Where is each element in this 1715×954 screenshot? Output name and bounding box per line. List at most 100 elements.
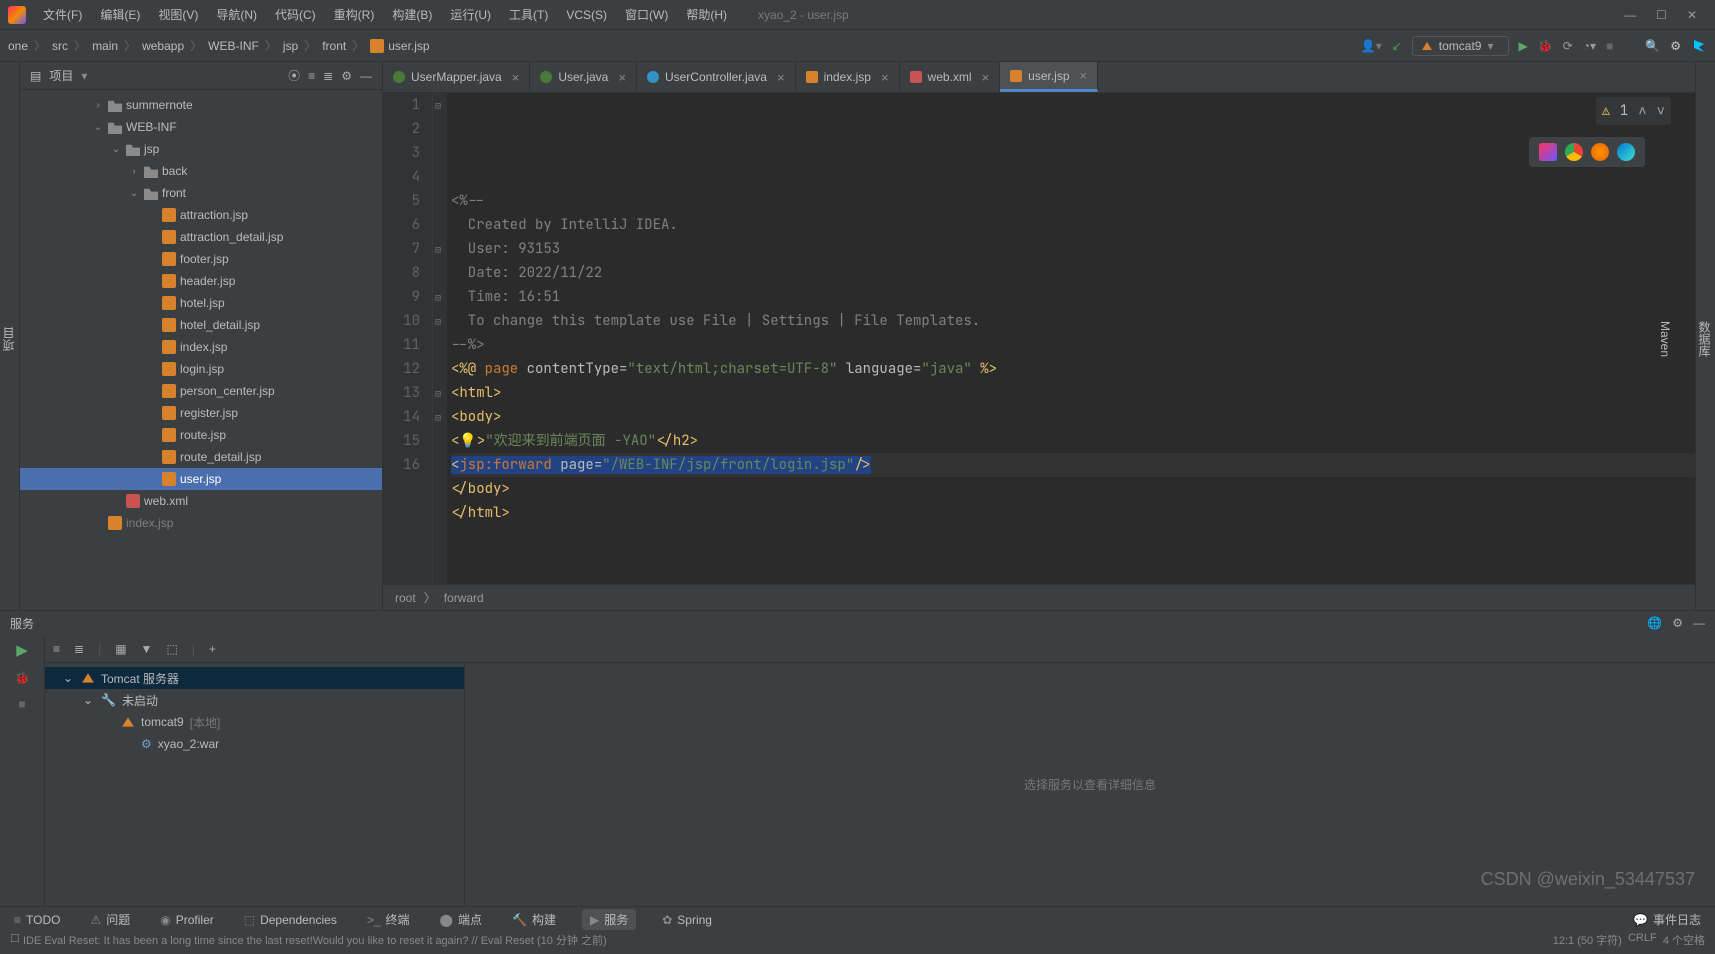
- breadcrumb-item[interactable]: jsp: [283, 39, 298, 53]
- menu-item[interactable]: 视图(V): [151, 3, 205, 26]
- code-area[interactable]: ⚠ 1 ∧ ∨ <%-- Created by IntelliJ IDEA. U…: [447, 93, 1695, 584]
- intellij-preview-icon[interactable]: [1539, 143, 1557, 161]
- firefox-icon[interactable]: [1591, 143, 1609, 161]
- service-node[interactable]: ⌄🔧未启动: [45, 689, 464, 711]
- editor-tab[interactable]: User.java×: [530, 62, 637, 92]
- menu-item[interactable]: 帮助(H): [679, 3, 734, 26]
- menu-item[interactable]: 工具(T): [502, 3, 555, 26]
- expand-arrow-icon[interactable]: ⌄: [83, 693, 95, 707]
- close-tab-icon[interactable]: ×: [881, 70, 889, 85]
- bottom-tab[interactable]: >_终端: [363, 909, 414, 930]
- indent-info[interactable]: 4 个空格: [1663, 932, 1705, 948]
- fold-column[interactable]: ⊟⊟⊟⊟⊟⊟: [433, 93, 447, 584]
- settings-icon[interactable]: ⚙: [341, 69, 352, 83]
- bottom-tab[interactable]: ◉Profiler: [156, 911, 218, 929]
- services-tree[interactable]: ⌄Tomcat 服务器⌄🔧未启动tomcat9 [本地]⚙xyao_2:war: [45, 663, 465, 906]
- collapse-icon[interactable]: ≣: [74, 642, 84, 656]
- code-breadcrumb[interactable]: root 〉 forward: [383, 584, 1695, 610]
- tree-node[interactable]: user.jsp: [20, 468, 382, 490]
- expand-arrow-icon[interactable]: ›: [128, 166, 140, 177]
- expand-arrow-icon[interactable]: ⌄: [92, 122, 104, 133]
- tree-node[interactable]: route.jsp: [20, 424, 382, 446]
- expand-icon[interactable]: ≡: [53, 642, 60, 656]
- tree-node[interactable]: ›summernote: [20, 94, 382, 116]
- breadcrumb-item[interactable]: front: [322, 39, 346, 53]
- close-tab-icon[interactable]: ×: [1080, 68, 1088, 83]
- chevron-down-icon[interactable]: ▾: [81, 69, 87, 83]
- service-node[interactable]: ⚙xyao_2:war: [45, 733, 464, 755]
- run-config-selector[interactable]: tomcat9 ▾: [1412, 36, 1509, 56]
- maximize-button[interactable]: ☐: [1656, 8, 1667, 22]
- locate-icon[interactable]: ⦿: [288, 67, 300, 84]
- menu-item[interactable]: 运行(U): [443, 3, 498, 26]
- code-line[interactable]: [451, 525, 1695, 549]
- tree-node[interactable]: index.jsp: [20, 336, 382, 358]
- checkbox-icon[interactable]: ☐: [10, 932, 20, 945]
- bottom-tab[interactable]: ▶服务: [582, 909, 636, 930]
- bottom-tab[interactable]: 🔨构建: [508, 909, 560, 930]
- tree-node[interactable]: route_detail.jsp: [20, 446, 382, 468]
- toolbox-icon[interactable]: [1691, 38, 1707, 54]
- code-line[interactable]: <jsp:forward page="/WEB-INF/jsp/front/lo…: [451, 453, 1695, 477]
- editor-tab[interactable]: web.xml×: [900, 62, 1001, 92]
- menu-item[interactable]: 导航(N): [209, 3, 264, 26]
- menu-item[interactable]: 代码(C): [268, 3, 323, 26]
- add-icon[interactable]: +: [209, 642, 216, 656]
- tree-node[interactable]: footer.jsp: [20, 248, 382, 270]
- code-line[interactable]: <💡>"欢迎来到前端页面 -YAO"</h2>: [451, 429, 1695, 453]
- editor-tab[interactable]: UserController.java×: [637, 62, 796, 92]
- gear-icon[interactable]: ⚙: [1672, 616, 1683, 630]
- tree-node[interactable]: login.jsp: [20, 358, 382, 380]
- breadcrumb-item[interactable]: one: [8, 39, 28, 53]
- chrome-icon[interactable]: [1565, 143, 1583, 161]
- code-line[interactable]: <body>: [451, 405, 1695, 429]
- close-tab-icon[interactable]: ×: [512, 70, 520, 85]
- breadcrumb-item[interactable]: src: [52, 39, 68, 53]
- tree-node[interactable]: index.jsp: [20, 512, 382, 534]
- settings-icon[interactable]: ⚙: [1670, 39, 1681, 53]
- menu-item[interactable]: 窗口(W): [618, 3, 675, 26]
- web-icon[interactable]: 🌐: [1647, 616, 1662, 630]
- menu-item[interactable]: 文件(F): [36, 3, 89, 26]
- debug-icon[interactable]: 🐞: [15, 671, 30, 685]
- code-line[interactable]: <%@ page contentType="text/html;charset=…: [451, 357, 1695, 381]
- tree-node[interactable]: attraction.jsp: [20, 204, 382, 226]
- run-button[interactable]: ▶: [1519, 39, 1528, 53]
- inspection-badges[interactable]: ⚠ 1 ∧ ∨: [1596, 97, 1671, 125]
- close-tab-icon[interactable]: ×: [777, 70, 785, 85]
- tree-node[interactable]: hotel_detail.jsp: [20, 314, 382, 336]
- editor-tab[interactable]: UserMapper.java×: [383, 62, 530, 92]
- tree-node[interactable]: hotel.jsp: [20, 292, 382, 314]
- menu-item[interactable]: VCS(S): [559, 5, 614, 25]
- code-line[interactable]: --%>: [451, 333, 1695, 357]
- breadcrumb-item[interactable]: WEB-INF: [208, 39, 259, 53]
- bottom-tab[interactable]: ≡TODO: [10, 911, 64, 929]
- next-highlight-icon[interactable]: ∨: [1657, 99, 1665, 123]
- stop-button[interactable]: ■: [1606, 39, 1613, 53]
- hide-panel-icon[interactable]: —: [1693, 616, 1705, 630]
- tree-node[interactable]: ⌄WEB-INF: [20, 116, 382, 138]
- database-tool-tab[interactable]: 数据库: [1694, 315, 1715, 363]
- code-line[interactable]: </html>: [451, 501, 1695, 525]
- code-line[interactable]: </body>: [451, 477, 1695, 501]
- stop-icon[interactable]: ■: [18, 697, 25, 711]
- user-icon[interactable]: 👤▾: [1361, 39, 1382, 53]
- hide-icon[interactable]: —: [360, 69, 372, 83]
- project-tree[interactable]: ›summernote⌄WEB-INF⌄jsp›back⌄frontattrac…: [20, 90, 382, 610]
- tree-node[interactable]: header.jsp: [20, 270, 382, 292]
- edge-icon[interactable]: [1617, 143, 1635, 161]
- layout-icon[interactable]: ⬚: [166, 642, 177, 656]
- code-line[interactable]: <html>: [451, 381, 1695, 405]
- code-editor[interactable]: 12345678910111213141516 ⊟⊟⊟⊟⊟⊟ ⚠ 1 ∧ ∨ <…: [383, 93, 1695, 584]
- code-line[interactable]: Time: 16:51: [451, 285, 1695, 309]
- menu-item[interactable]: 构建(B): [385, 3, 439, 26]
- expand-arrow-icon[interactable]: ⌄: [110, 144, 122, 155]
- collapse-all-icon[interactable]: ≣: [323, 69, 333, 83]
- tree-node[interactable]: person_center.jsp: [20, 380, 382, 402]
- close-tab-icon[interactable]: ×: [982, 70, 990, 85]
- prev-highlight-icon[interactable]: ∧: [1638, 99, 1646, 123]
- coverage-button[interactable]: ⟳: [1563, 39, 1573, 53]
- menu-item[interactable]: 重构(R): [327, 3, 382, 26]
- editor-tab[interactable]: index.jsp×: [796, 62, 900, 92]
- bottom-tab[interactable]: ⚠问题: [86, 909, 134, 930]
